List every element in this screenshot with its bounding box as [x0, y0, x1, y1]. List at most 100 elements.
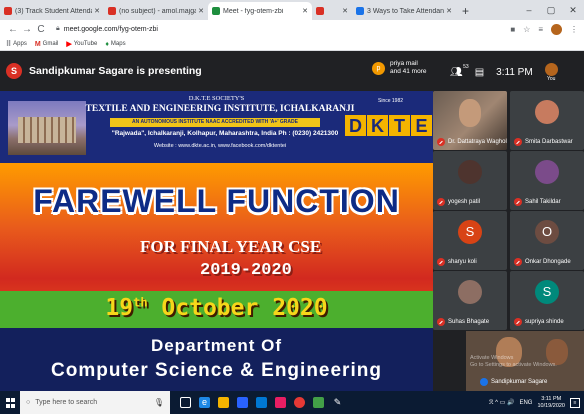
youtube-icon: ▶: [66, 41, 72, 48]
department-line2: Computer Science & Engineering: [51, 360, 382, 381]
new-tab-button[interactable]: +: [456, 2, 475, 20]
bookmark-label: Maps: [110, 41, 126, 47]
edge-icon[interactable]: e: [199, 397, 210, 408]
lock-icon: 🔒︎: [56, 25, 60, 32]
tab-close-icon[interactable]: ✕: [342, 7, 348, 15]
maximize-button[interactable]: ▢: [540, 5, 562, 16]
start-button[interactable]: [0, 391, 20, 414]
tab-close-icon[interactable]: ✕: [302, 7, 308, 15]
participant-tile[interactable]: Suhas Bhagate: [433, 271, 507, 330]
participant-name-row: sharyu koli: [437, 258, 477, 266]
pinned-participants[interactable]: p priya mail and 41 more: [372, 60, 427, 76]
chrome-icon[interactable]: [294, 397, 305, 408]
browser-tab[interactable]: ✕: [312, 2, 352, 20]
app-icon[interactable]: [313, 397, 324, 408]
bookmark-apps[interactable]: ⠿ Apps: [6, 40, 27, 48]
tab-title: (3) Track Student Attendance in L: [15, 7, 92, 15]
you-label: You: [546, 76, 556, 82]
microphone-icon[interactable]: 🎙︎: [154, 398, 164, 407]
system-tray: ℛ ^ ▭ 🔊 ENG 3:11 PM 10/19/2020 ≡: [489, 396, 584, 410]
store-icon[interactable]: [237, 397, 248, 408]
minimize-button[interactable]: –: [518, 5, 540, 15]
browser-tab[interactable]: (no subject) - amol.majgave@gm✕: [104, 2, 208, 20]
participant-tile[interactable]: Sahil Takildar: [510, 151, 584, 210]
autonomous-banner: AN AUTONOMOUS INSTITUTE NAAC ACCREDITED …: [110, 118, 320, 127]
explorer-icon[interactable]: [218, 397, 229, 408]
notification-icon[interactable]: ≡: [570, 397, 580, 408]
chat-icon[interactable]: ▤: [475, 67, 484, 78]
meet-controls: 👥︎ 53 ▤ 3:11 PM You: [450, 63, 558, 82]
tab-search-icon[interactable]: ≡: [538, 25, 543, 34]
window-controls: – ▢ ✕: [518, 0, 584, 20]
camera-indicator-icon[interactable]: ■: [510, 25, 515, 34]
muted-mic-icon: [514, 318, 522, 326]
bookmark-maps[interactable]: ♦ Maps: [105, 41, 125, 48]
participant-tile[interactable]: O Onkar Dhongade: [510, 211, 584, 270]
tab-favicon-icon: [316, 7, 324, 15]
participant-avatar: O: [535, 220, 559, 244]
reload-button[interactable]: C: [34, 24, 48, 35]
tray-time: 3:11 PM: [541, 395, 562, 402]
menu-dots-icon[interactable]: ⋮: [570, 25, 578, 34]
paint-icon[interactable]: ✎: [332, 397, 343, 408]
logo-letter: K: [367, 115, 388, 136]
tab-close-icon[interactable]: ✕: [198, 7, 204, 15]
mail-icon[interactable]: [256, 397, 267, 408]
institute-name: TEXTILE AND ENGINEERING INSTITUTE, ICHAL…: [85, 104, 355, 114]
tab-favicon-icon: [212, 7, 220, 15]
since-label: Since 1982: [378, 98, 404, 104]
meeting-clock: 3:11 PM: [496, 67, 533, 78]
star-icon[interactable]: ☆: [523, 25, 530, 34]
gmail-icon: M: [34, 40, 41, 48]
participant-name-row: yogesh patil: [437, 198, 480, 206]
browser-tab[interactable]: 3 Ways to Take Attendance in Te✕: [352, 2, 456, 20]
tray-clock[interactable]: 3:11 PM 10/19/2020: [537, 396, 565, 410]
participant-tile[interactable]: yogesh patil: [433, 151, 507, 210]
people-button[interactable]: 👥︎ 53: [450, 64, 469, 78]
participant-tile[interactable]: Ssharyu koli: [433, 211, 507, 270]
tab-close-icon[interactable]: ✕: [94, 7, 100, 15]
task-view-icon[interactable]: [180, 397, 191, 408]
pinned-avatar: p: [372, 61, 385, 75]
meet-top-bar: S Sandipkumar Sagare is presenting p pri…: [0, 51, 584, 91]
close-window-button[interactable]: ✕: [562, 5, 584, 16]
participant-name: Onkar Dhongade: [525, 259, 571, 265]
url-text: meet.google.com/fyg-otem-zbi: [63, 25, 158, 33]
app-icon[interactable]: [275, 397, 286, 408]
pinned-text: priya mail and 41 more: [390, 60, 427, 76]
forward-button[interactable]: →: [20, 24, 34, 35]
browser-tab[interactable]: (3) Track Student Attendance in L✕: [0, 2, 104, 20]
bookmark-gmail[interactable]: M Gmail: [35, 41, 59, 48]
participant-name-row: Sahil Takildar: [514, 198, 561, 206]
participant-tile[interactable]: Ssupriya shinde: [510, 271, 584, 330]
presenting-label: Sandipkumar Sagare is presenting: [29, 65, 202, 77]
back-button[interactable]: ←: [6, 24, 20, 35]
bookmark-youtube[interactable]: ▶ YouTube: [66, 40, 97, 48]
participant-name: Dr. Dattatraya Waghole: [448, 139, 507, 145]
bookmark-label: Gmail: [42, 41, 59, 47]
bookmark-label: Apps: [13, 41, 27, 47]
self-view-label: Sandipkumar Sagare: [480, 378, 547, 386]
tray-date: 10/19/2020: [537, 402, 565, 409]
url-field[interactable]: 🔒︎ meet.google.com/fyg-otem-zbi: [56, 25, 510, 33]
muted-mic-icon: [514, 258, 522, 266]
participant-avatar: [458, 160, 482, 184]
profile-avatar[interactable]: [551, 23, 562, 35]
bookmark-label: YouTube: [73, 41, 98, 47]
language-indicator[interactable]: ENG: [519, 400, 532, 406]
participant-name: sharyu koli: [448, 259, 477, 265]
participant-name: Sahil Takildar: [525, 199, 561, 205]
participant-tile[interactable]: Smita Darbastwar: [510, 91, 584, 150]
tray-icons[interactable]: ℛ ^ ▭ 🔊: [489, 399, 515, 406]
participant-avatar: S: [535, 280, 559, 304]
taskbar-search[interactable]: ○ Type here to search 🎙︎: [20, 391, 170, 414]
speaking-indicator-icon: [480, 378, 488, 386]
self-view-tile[interactable]: Activate Windows Go to Settings to activ…: [466, 331, 584, 391]
muted-mic-icon: [514, 198, 522, 206]
tab-close-icon[interactable]: ✕: [446, 7, 452, 15]
browser-tab[interactable]: Meet - fyg-otem-zbi ✕: [208, 2, 312, 20]
society-name: D.K.T.E SOCIETY'S: [188, 95, 245, 102]
participant-tile[interactable]: Dr. Dattatraya Waghole: [433, 91, 507, 150]
self-avatar[interactable]: You: [544, 63, 558, 82]
maps-icon: ♦: [105, 40, 109, 48]
